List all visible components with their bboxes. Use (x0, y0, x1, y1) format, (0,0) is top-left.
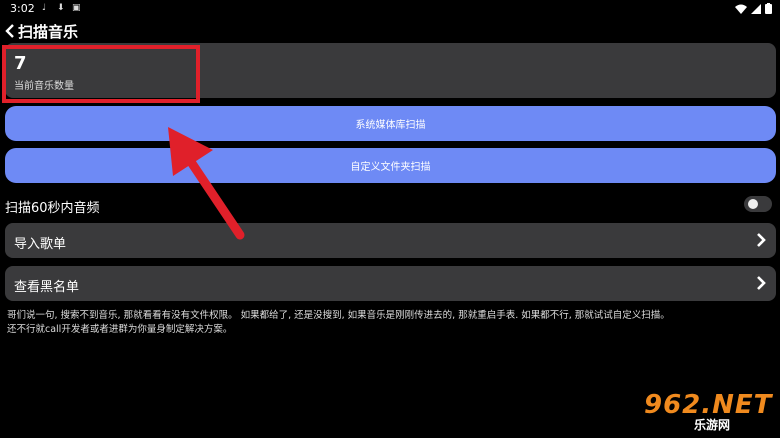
download-icon: ⬇ (57, 3, 65, 13)
battery-icon (765, 3, 772, 14)
image-notification-icon: ▣ (72, 3, 81, 13)
watermark-subtitle: 乐游网 (694, 418, 731, 432)
toggle-knob (748, 199, 758, 209)
scan-short-audio-label: 扫描60秒内音频 (5, 201, 100, 216)
view-blacklist-label: 查看黑名单 (14, 280, 80, 295)
status-bar: 3:02 ♩ ⬇ ▣ (0, 0, 780, 18)
app-header: 扫描音乐 (0, 20, 78, 42)
signal-icon (751, 3, 761, 14)
wifi-icon (735, 4, 747, 14)
help-note-line-2: 还不行就call开发者或者进群为你量身制定解决方案。 (7, 324, 233, 335)
status-time: 3:02 (10, 2, 35, 15)
notification-icon: ♩ (42, 3, 47, 13)
system-media-scan-button[interactable]: 系统媒体库扫描 (5, 106, 776, 141)
help-note-line-1: 哥们说一句, 搜索不到音乐, 那就看看有没有文件权限。 如果都给了, 还是没搜到… (7, 310, 670, 321)
highlight-annotation-box (2, 45, 200, 103)
help-note: 哥们说一句, 搜索不到音乐, 那就看看有没有文件权限。 如果都给了, 还是没搜到… (7, 309, 767, 337)
site-watermark-logo: 962.NET 乐游网 (636, 390, 776, 434)
view-blacklist-item[interactable]: 查看黑名单 (5, 266, 776, 301)
chevron-right-icon (757, 233, 766, 247)
scan-short-audio-toggle[interactable] (744, 196, 772, 212)
import-playlist-item[interactable]: 导入歌单 (5, 223, 776, 258)
page-title: 扫描音乐 (18, 22, 79, 41)
chevron-right-icon (757, 276, 766, 290)
custom-folder-scan-button[interactable]: 自定义文件夹扫描 (5, 148, 776, 183)
import-playlist-label: 导入歌单 (14, 237, 67, 252)
back-arrow-icon[interactable] (2, 21, 18, 41)
scan-short-audio-row: 扫描60秒内音频 (5, 194, 776, 216)
